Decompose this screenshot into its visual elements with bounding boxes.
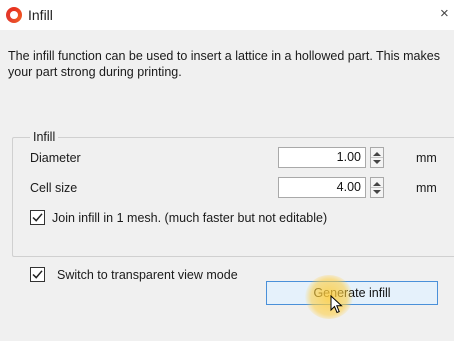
join-mesh-checkbox[interactable] [30, 210, 45, 225]
close-icon[interactable]: × [440, 6, 449, 22]
spin-down-icon[interactable] [373, 190, 381, 194]
transparent-view-checkbox[interactable] [30, 267, 45, 282]
spin-up-icon[interactable] [373, 182, 381, 186]
diameter-spinner[interactable] [370, 147, 384, 168]
join-mesh-label[interactable]: Join infill in 1 mesh. (much faster but … [52, 211, 327, 225]
window-title: Infill [28, 7, 53, 23]
spin-up-icon[interactable] [373, 152, 381, 156]
cell-size-input[interactable]: 4.00 [278, 177, 366, 198]
groupbox-legend: Infill [30, 130, 59, 144]
mouse-cursor-icon [330, 295, 343, 314]
diameter-input[interactable]: 1.00 [278, 147, 366, 168]
checkmark-icon [32, 213, 43, 222]
title-bar: Infill × [0, 0, 454, 30]
spin-down-icon[interactable] [373, 160, 381, 164]
cell-size-unit: mm [416, 181, 437, 195]
cell-size-label: Cell size [30, 181, 78, 195]
click-highlight [305, 275, 353, 319]
app-icon [6, 7, 22, 23]
transparent-view-label[interactable]: Switch to transparent view mode [57, 268, 238, 282]
description-text: The infill function can be used to inser… [8, 49, 440, 79]
cell-size-spinner[interactable] [370, 177, 384, 198]
diameter-label: Diameter [30, 151, 81, 165]
checkmark-icon [32, 270, 43, 279]
diameter-unit: mm [416, 151, 437, 165]
